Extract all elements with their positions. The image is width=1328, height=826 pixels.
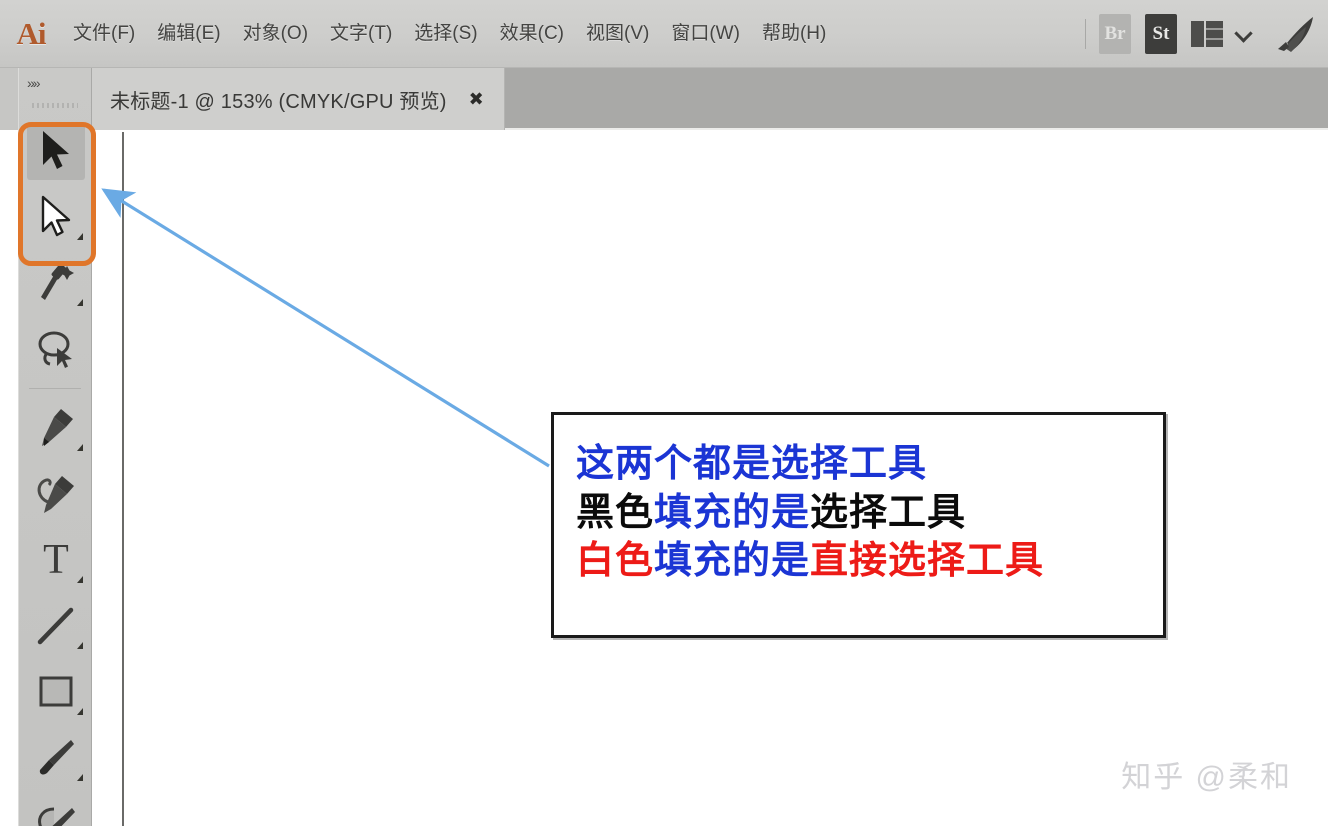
- paintbrush-icon: [39, 740, 74, 775]
- shaper-tool[interactable]: [19, 791, 93, 826]
- lasso-icon: [38, 331, 72, 368]
- rectangle-icon: [39, 676, 73, 707]
- flyout-indicator-icon[interactable]: [77, 642, 83, 649]
- shaper-icon: [38, 807, 75, 826]
- magic-wand-icon: [41, 263, 74, 300]
- annotation-line-2-part-3: 选择工具: [810, 489, 967, 534]
- annotation-line-2: 黑色填充的是选择工具: [576, 488, 1163, 537]
- annotation-line-3-part-3: 直接选择工具: [810, 538, 1045, 583]
- menu-file[interactable]: 文件(F): [62, 14, 146, 54]
- paintbrush-tool[interactable]: [19, 725, 93, 791]
- direct-selection-arrow-icon: [41, 195, 71, 237]
- menu-window[interactable]: 窗口(W): [660, 14, 751, 54]
- menu-type[interactable]: 文字(T): [319, 14, 403, 54]
- curvature-pen-icon: [37, 476, 74, 513]
- annotation-textbox: 这两个都是选择工具 黑色填充的是选择工具 白色填充的是直接选择工具: [551, 412, 1166, 638]
- annotation-line-1: 这两个都是选择工具: [576, 439, 1163, 488]
- document-tab-bar: 未标题-1 @ 153% (CMYK/GPU 预览) ✖: [0, 68, 1328, 130]
- line-segment-tool[interactable]: [19, 593, 93, 659]
- chevron-down-icon[interactable]: [1234, 24, 1254, 44]
- pen-tool[interactable]: [19, 395, 93, 461]
- type-T-icon: T: [43, 537, 69, 583]
- type-tool[interactable]: T: [19, 527, 93, 593]
- menubar-divider: [1085, 18, 1086, 49]
- workspace-layout-icon[interactable]: [1191, 20, 1227, 47]
- document-tab[interactable]: 未标题-1 @ 153% (CMYK/GPU 预览) ✖: [88, 68, 505, 130]
- flyout-indicator-icon[interactable]: [77, 299, 83, 306]
- tools-panel: »» T: [18, 68, 92, 826]
- flyout-indicator-icon[interactable]: [77, 444, 83, 451]
- annotation-line-3-part-2: 填充的是: [654, 538, 811, 583]
- annotation-line-3: 白色填充的是直接选择工具: [576, 536, 1163, 585]
- menu-effect[interactable]: 效果(C): [489, 14, 575, 54]
- menu-object[interactable]: 对象(O): [232, 14, 319, 54]
- close-icon[interactable]: ✖: [463, 89, 490, 110]
- double-chevron-right-icon[interactable]: »»: [19, 68, 91, 98]
- annotation-line-3-part-1: 白色: [576, 538, 655, 583]
- stock-icon[interactable]: St: [1145, 13, 1177, 54]
- flyout-indicator-icon[interactable]: [77, 774, 83, 781]
- bridge-icon[interactable]: Br: [1099, 13, 1131, 54]
- annotation-line-1-part-1: 这两个都是选择工具: [576, 441, 928, 485]
- flyout-indicator-icon[interactable]: [77, 576, 83, 583]
- menu-items: 文件(F) 编辑(E) 对象(O) 文字(T) 选择(S) 效果(C) 视图(V…: [62, 0, 837, 68]
- flyout-indicator-icon[interactable]: [77, 708, 83, 715]
- annotation-line-2-part-2: 填充的是: [654, 489, 811, 534]
- rectangle-tool[interactable]: [19, 659, 93, 725]
- pen-icon: [42, 409, 73, 446]
- menu-view[interactable]: 视图(V): [575, 14, 660, 54]
- document-tab-label: 未标题-1 @ 153% (CMYK/GPU 预览): [110, 90, 447, 113]
- menu-edit[interactable]: 编辑(E): [146, 14, 231, 54]
- watermark: 知乎 @柔和: [1121, 761, 1292, 794]
- flyout-indicator-icon[interactable]: [77, 233, 83, 240]
- selection-arrow-icon: [43, 131, 69, 169]
- line-icon: [37, 607, 74, 645]
- panel-drag-handle[interactable]: [27, 98, 83, 112]
- magic-wand-tool[interactable]: [19, 250, 93, 316]
- app-logo-icon: Ai: [16, 15, 47, 51]
- curvature-tool[interactable]: [19, 461, 93, 527]
- menu-help[interactable]: 帮助(H): [751, 14, 837, 54]
- illustrator-window: Ai 文件(F) 编辑(E) 对象(O) 文字(T) 选择(S) 效果(C) 视…: [0, 0, 1328, 826]
- selection-tool[interactable]: [19, 118, 93, 184]
- menu-select[interactable]: 选择(S): [403, 14, 488, 54]
- annotation-line-2-part-1: 黑色: [576, 489, 655, 534]
- lasso-tool[interactable]: [19, 316, 93, 382]
- toolbar-divider: [29, 388, 81, 389]
- rocket-icon[interactable]: [1272, 14, 1316, 54]
- direct-selection-tool[interactable]: [19, 184, 93, 250]
- menu-bar: Ai 文件(F) 编辑(E) 对象(O) 文字(T) 选择(S) 效果(C) 视…: [0, 0, 1328, 68]
